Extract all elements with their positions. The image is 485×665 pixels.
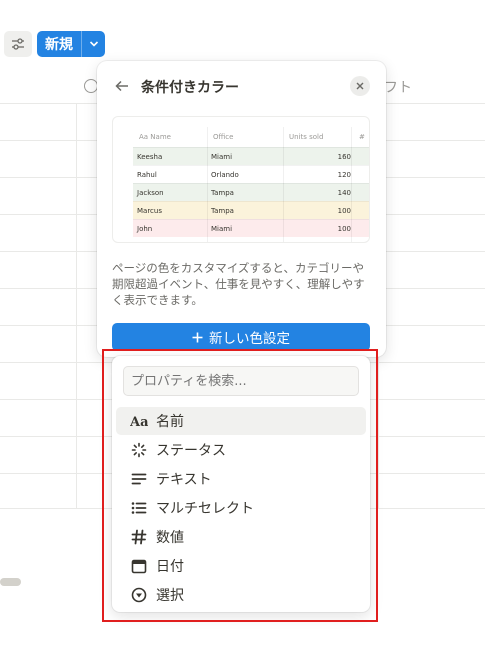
preview-cell-name: Rahul (137, 171, 157, 179)
sliders-icon (12, 38, 24, 50)
preview-table-image: Aa Name Office Units sold # Keesha Miami… (112, 116, 370, 243)
plus-icon (192, 332, 203, 342)
preview-cell-office: Miami (211, 225, 233, 233)
preview-cell-units: 100 (337, 207, 351, 215)
preview-header-name: Aa Name (139, 133, 171, 141)
preview-header: Aa Name Office Units sold # (133, 127, 369, 147)
new-button-group: 新規 (37, 31, 105, 57)
property-item-date[interactable]: 日付 (116, 552, 366, 580)
popover-title: 条件付きカラー (141, 80, 239, 96)
preview-cell-office: Tampa (211, 207, 234, 215)
property-item-multiselect[interactable]: マルチセレクト (116, 494, 366, 522)
new-dropdown-button[interactable] (81, 31, 105, 57)
preview-cell-units: 100 (337, 225, 351, 233)
property-item-label: ステータス (156, 443, 226, 459)
new-color-setting-button[interactable]: 新しい色設定 (112, 323, 370, 351)
conditional-color-popover: 条件付きカラー Aa Name Office Units sold # Kees… (97, 61, 386, 357)
preview-column-divider (351, 127, 352, 242)
property-item-select[interactable]: 選択 (116, 581, 366, 609)
chevron-down-icon (89, 41, 98, 47)
status-icon (129, 440, 149, 460)
preview-column-divider (207, 127, 208, 242)
property-item-status[interactable]: ステータス (116, 436, 366, 464)
property-item-label: 選択 (156, 588, 184, 604)
preview-row: Keesha Miami 160 (133, 147, 369, 165)
property-item-number[interactable]: 数値 (116, 523, 366, 551)
popover-description: ページの色をカスタマイズすると、カテゴリーや期限超過イベント、仕事を見やすく、理… (112, 261, 365, 307)
title-aa-icon: Aa (129, 411, 149, 431)
property-item-label: 数値 (156, 530, 184, 546)
preview-cell-units: 140 (337, 189, 351, 197)
svg-text:Aa: Aa (130, 415, 148, 428)
preview-cell-name: Marcus (137, 207, 162, 215)
preview-cell-office: Tampa (211, 189, 234, 197)
preview-cell-office: Orlando (211, 171, 239, 179)
preview-column-divider (283, 127, 284, 242)
preview-header-hash: # (359, 133, 365, 141)
column-select-icon (84, 79, 98, 93)
horizontal-scrollbar[interactable] (0, 578, 21, 586)
new-button[interactable]: 新規 (37, 31, 81, 57)
calendar-icon (129, 556, 149, 576)
property-item-label: 日付 (156, 559, 184, 575)
new-color-setting-label: 新しい色設定 (209, 331, 290, 347)
table-column-divider (76, 103, 77, 509)
preview-cell-name: Keesha (137, 153, 163, 161)
preview-cell-office: Miami (211, 153, 233, 161)
hash-icon (129, 527, 149, 547)
preview-row: John Miami 100 (133, 219, 369, 237)
close-icon (356, 82, 364, 90)
property-item-name[interactable]: Aa 名前 (116, 407, 366, 435)
preview-row: Marcus Tampa 100 (133, 201, 369, 219)
property-item-text[interactable]: テキスト (116, 465, 366, 493)
list-icon (129, 498, 149, 518)
close-button[interactable] (350, 76, 370, 96)
filter-settings-button[interactable] (4, 31, 32, 57)
property-search-input[interactable] (123, 366, 359, 396)
column-header-partial: フト (384, 80, 412, 96)
preview-header-office: Office (213, 133, 234, 141)
back-arrow-icon[interactable] (115, 79, 129, 93)
preview-cell-units: 160 (337, 153, 351, 161)
preview-cell-name: John (137, 225, 153, 233)
property-item-label: マルチセレクト (156, 501, 254, 517)
text-lines-icon (129, 469, 149, 489)
preview-cell-units: 120 (337, 171, 351, 179)
select-icon (129, 585, 149, 605)
property-item-label: テキスト (156, 472, 212, 488)
property-item-label: 名前 (156, 414, 184, 430)
preview-row: Rahul Orlando 120 (133, 165, 369, 183)
preview-header-units: Units sold (289, 133, 324, 141)
property-picker-dropdown: Aa 名前 ステータス (112, 356, 370, 612)
preview-row: Jackson Tampa 140 (133, 183, 369, 201)
preview-cell-name: Jackson (137, 189, 164, 197)
